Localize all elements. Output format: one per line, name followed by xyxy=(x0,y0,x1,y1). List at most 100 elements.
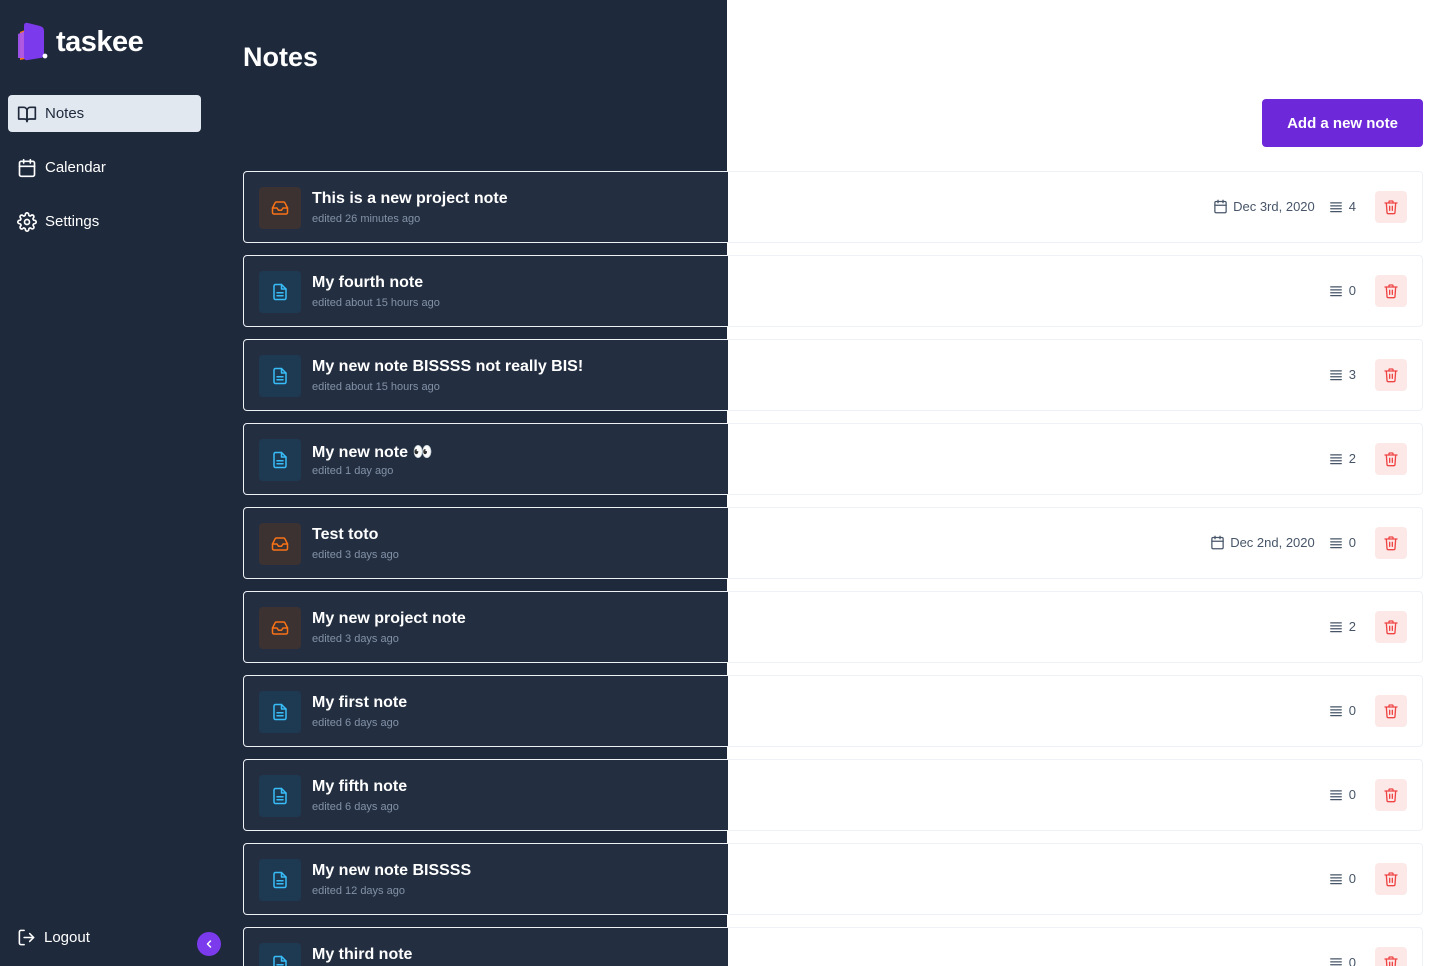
note-title[interactable]: My new note BISSSS xyxy=(312,862,471,880)
delete-note-button[interactable] xyxy=(1375,443,1407,475)
note-meta: 2 xyxy=(1329,451,1356,466)
note-type-icon xyxy=(259,691,301,733)
note-title[interactable]: My fourth note xyxy=(312,274,423,292)
note-block-count: 0 xyxy=(1329,955,1356,966)
chevron-left-icon xyxy=(206,940,212,948)
note-meta: Dec 2nd, 2020 0 xyxy=(1210,535,1356,550)
sidebar-item-label: Settings xyxy=(45,213,100,230)
note-title[interactable]: My fifth note xyxy=(312,778,407,796)
page-title: Notes xyxy=(243,42,319,72)
note-meta: 0 xyxy=(1329,787,1356,802)
trash-icon xyxy=(1384,872,1398,887)
logo[interactable]: taskee xyxy=(16,22,144,62)
delete-note-button[interactable] xyxy=(1375,191,1407,223)
note-block-count: 3 xyxy=(1329,367,1356,382)
inbox-icon xyxy=(271,621,289,635)
note-type-icon xyxy=(259,271,301,313)
note-meta: 0 xyxy=(1329,871,1356,886)
sidebar-item-settings[interactable]: Settings xyxy=(8,203,201,240)
note-edited-time: edited 3 days ago xyxy=(312,549,399,561)
list-icon xyxy=(1329,789,1342,800)
sidebar-item-notes[interactable]: Notes xyxy=(8,95,201,132)
note-edited-time: edited 6 days ago xyxy=(312,801,399,813)
note-edited-time: edited 6 days ago xyxy=(312,717,399,729)
delete-note-button[interactable] xyxy=(1375,863,1407,895)
note-row[interactable]: My first note edited 6 days ago 0 xyxy=(243,675,1423,747)
delete-note-button[interactable] xyxy=(1375,611,1407,643)
note-count-text: 2 xyxy=(1348,619,1356,634)
note-edited-time: edited 12 days ago xyxy=(312,885,405,897)
note-edited-time: edited about 15 hours ago xyxy=(312,297,440,309)
list-icon xyxy=(1329,873,1342,884)
calendar-icon xyxy=(1214,199,1227,214)
note-block-count: 2 xyxy=(1329,619,1356,634)
logout-button[interactable]: Logout xyxy=(17,928,90,947)
logout-label: Logout xyxy=(44,929,90,946)
note-title[interactable]: This is a new project note xyxy=(312,190,508,208)
trash-icon xyxy=(1384,536,1398,551)
collapse-sidebar-button[interactable] xyxy=(197,932,221,956)
note-row[interactable]: This is a new project note edited 26 minu… xyxy=(243,171,1423,243)
document-icon xyxy=(273,787,287,805)
delete-note-button[interactable] xyxy=(1375,779,1407,811)
note-meta: 0 xyxy=(1329,955,1356,966)
note-row[interactable]: My new project note edited 3 days ago 2 xyxy=(243,591,1423,663)
calendar-icon xyxy=(18,158,36,177)
note-title[interactable]: My first note xyxy=(312,694,407,712)
trash-icon xyxy=(1384,200,1398,215)
delete-note-button[interactable] xyxy=(1375,695,1407,727)
delete-note-button[interactable] xyxy=(1375,527,1407,559)
delete-note-button[interactable] xyxy=(1375,359,1407,391)
trash-icon xyxy=(1384,956,1398,966)
note-block-count: 0 xyxy=(1329,871,1356,886)
note-count-text: 2 xyxy=(1348,451,1356,466)
book-icon xyxy=(17,106,37,122)
note-row[interactable]: Test toto edited 3 days ago Dec 2nd, 2020 0 xyxy=(243,507,1423,579)
note-type-icon xyxy=(259,775,301,817)
note-row[interactable]: My new note BISSSS not really BIS! edited… xyxy=(243,339,1423,411)
list-icon xyxy=(1329,621,1342,632)
trash-icon xyxy=(1384,452,1398,467)
note-meta: 3 xyxy=(1329,367,1356,382)
inbox-icon xyxy=(271,537,289,551)
list-icon xyxy=(1329,957,1342,965)
note-block-count: 2 xyxy=(1329,451,1356,466)
note-title[interactable]: My third note xyxy=(312,946,412,964)
note-row[interactable]: My new note BISSSS edited 12 days ago 0 xyxy=(243,843,1423,915)
add-note-button[interactable]: Add a new note xyxy=(1262,99,1423,147)
note-row[interactable]: My third note 0 xyxy=(243,927,1423,966)
note-row[interactable]: My fifth note edited 6 days ago 0 xyxy=(243,759,1423,831)
note-title[interactable]: My new note 👀 xyxy=(312,442,432,462)
document-icon xyxy=(273,283,287,301)
document-icon xyxy=(273,871,287,889)
list-icon xyxy=(1329,201,1342,212)
note-type-icon xyxy=(259,439,301,481)
document-icon xyxy=(273,703,287,721)
document-icon xyxy=(273,451,287,469)
sidebar-item-calendar[interactable]: Calendar xyxy=(8,149,201,186)
note-type-icon xyxy=(259,355,301,397)
delete-note-button[interactable] xyxy=(1375,947,1407,966)
note-edited-time: edited 26 minutes ago xyxy=(312,213,421,225)
delete-note-button[interactable] xyxy=(1375,275,1407,307)
note-count-text: 0 xyxy=(1348,283,1356,298)
inbox-icon xyxy=(271,201,289,215)
note-title[interactable]: My new project note xyxy=(312,610,466,628)
note-count-text: 0 xyxy=(1348,535,1356,550)
sidebar-item-label: Calendar xyxy=(45,159,106,176)
note-count-text: 0 xyxy=(1348,787,1356,802)
app-name: taskee xyxy=(56,25,144,58)
note-block-count: 0 xyxy=(1329,535,1356,550)
note-row[interactable]: My fourth note edited about 15 hours ago 0 xyxy=(243,255,1423,327)
calendar-icon xyxy=(1211,535,1224,550)
note-row[interactable]: My new note 👀 edited 1 day ago 2 xyxy=(243,423,1423,495)
note-block-count: 0 xyxy=(1329,283,1356,298)
note-title[interactable]: Test toto xyxy=(312,526,378,544)
document-icon xyxy=(273,367,287,385)
note-type-icon xyxy=(259,187,301,229)
note-block-count: 0 xyxy=(1329,703,1356,718)
note-edited-time: edited 3 days ago xyxy=(312,633,399,645)
note-title[interactable]: My new note BISSSS not really BIS! xyxy=(312,358,583,376)
note-edited-time: edited 1 day ago xyxy=(312,465,394,477)
note-count-text: 3 xyxy=(1348,367,1356,382)
